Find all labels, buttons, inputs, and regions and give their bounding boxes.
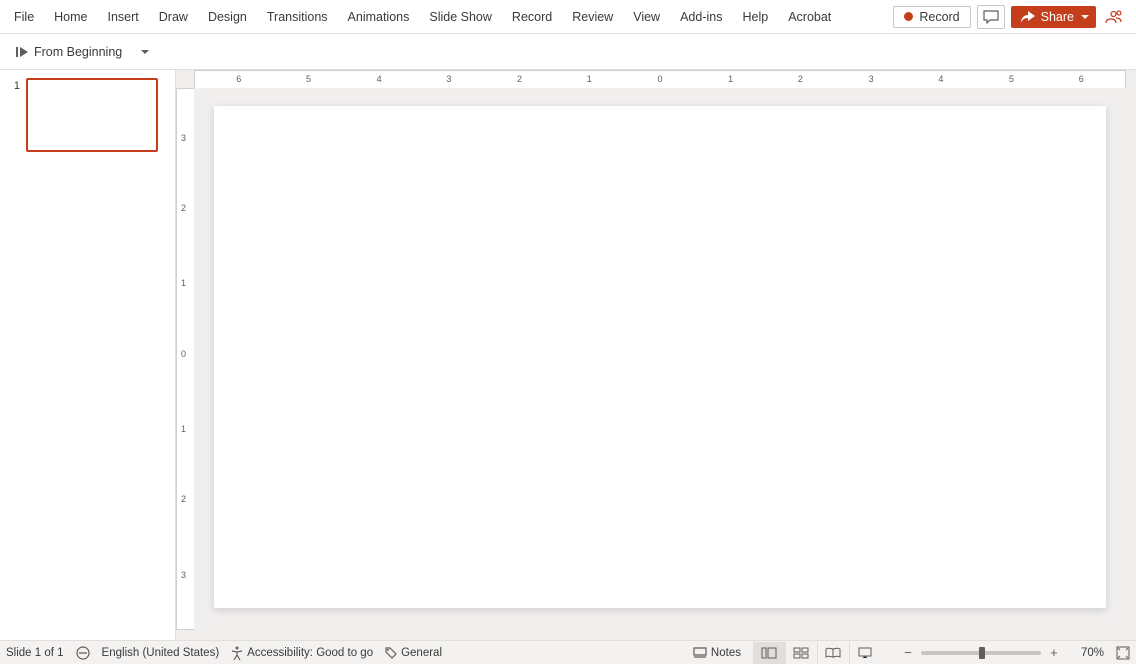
record-button[interactable]: Record bbox=[893, 6, 970, 28]
spellcheck-button[interactable] bbox=[76, 646, 90, 660]
ruler-mark: 5 bbox=[306, 74, 311, 84]
ruler-mark: 3 bbox=[869, 74, 874, 84]
tab-insert[interactable]: Insert bbox=[98, 0, 149, 34]
ruler-mark: 2 bbox=[517, 74, 522, 84]
chevron-down-icon bbox=[140, 47, 150, 57]
tab-review[interactable]: Review bbox=[562, 0, 623, 34]
thumbnail-row-1[interactable]: 1 bbox=[10, 78, 165, 152]
ruler-mark: 0 bbox=[181, 349, 186, 359]
ruler-mark: 2 bbox=[181, 494, 186, 504]
canvas-area: 6 5 4 3 2 1 0 1 2 3 4 5 6 3 2 1 0 1 2 3 bbox=[176, 70, 1136, 640]
reading-view-button[interactable] bbox=[817, 642, 849, 664]
zoom-in-button[interactable]: + bbox=[1047, 646, 1061, 660]
record-dot-icon bbox=[904, 12, 913, 21]
ruler-mark: 4 bbox=[938, 74, 943, 84]
tab-draw[interactable]: Draw bbox=[149, 0, 198, 34]
spellcheck-icon bbox=[76, 646, 90, 660]
accessibility-icon bbox=[231, 646, 243, 660]
slideshow-icon bbox=[857, 647, 873, 659]
tag-icon bbox=[385, 647, 397, 659]
general-label: General bbox=[401, 647, 442, 659]
accessibility-label: Accessibility: Good to go bbox=[247, 647, 373, 659]
tab-home[interactable]: Home bbox=[44, 0, 97, 34]
ruler-mark: 1 bbox=[728, 74, 733, 84]
language-status[interactable]: English (United States) bbox=[102, 647, 220, 659]
ruler-mark: 3 bbox=[446, 74, 451, 84]
ruler-mark: 6 bbox=[236, 74, 241, 84]
ruler-mark: 3 bbox=[181, 133, 186, 143]
main-area: 1 6 5 4 3 2 1 0 1 2 3 4 5 6 3 2 1 0 1 bbox=[0, 70, 1136, 640]
tab-slide-show[interactable]: Slide Show bbox=[419, 0, 502, 34]
from-beginning-dropdown[interactable] bbox=[134, 43, 156, 61]
zoom-out-button[interactable]: − bbox=[901, 646, 915, 660]
share-button[interactable]: Share bbox=[1011, 6, 1096, 28]
thumbnail-slide-1[interactable] bbox=[26, 78, 158, 152]
normal-view-button[interactable] bbox=[753, 642, 785, 664]
general-status[interactable]: General bbox=[385, 647, 442, 659]
slideshow-view-button[interactable] bbox=[849, 642, 881, 664]
notes-button[interactable]: Notes bbox=[693, 647, 741, 659]
reading-view-icon bbox=[825, 647, 841, 659]
comments-button[interactable] bbox=[977, 5, 1005, 29]
from-beginning-button[interactable]: From Beginning bbox=[6, 41, 130, 63]
thumbnail-number: 1 bbox=[10, 78, 20, 152]
sorter-view-icon bbox=[793, 647, 809, 659]
zoom-group: − + bbox=[901, 646, 1061, 660]
ruler-mark: 4 bbox=[377, 74, 382, 84]
menu-bar: File Home Insert Draw Design Transitions… bbox=[0, 0, 1136, 34]
tab-acrobat[interactable]: Acrobat bbox=[778, 0, 841, 34]
slide-indicator[interactable]: Slide 1 of 1 bbox=[6, 647, 64, 659]
zoom-slider-thumb[interactable] bbox=[979, 647, 985, 659]
share-arrow-icon bbox=[1021, 11, 1035, 23]
tab-animations[interactable]: Animations bbox=[338, 0, 420, 34]
notes-label: Notes bbox=[711, 647, 741, 659]
tab-add-ins[interactable]: Add-ins bbox=[670, 0, 732, 34]
status-bar: Slide 1 of 1 English (United States) Acc… bbox=[0, 640, 1136, 664]
comment-icon bbox=[983, 10, 999, 24]
zoom-slider[interactable] bbox=[921, 651, 1041, 655]
share-button-label: Share bbox=[1041, 10, 1074, 24]
slide-sorter-view-button[interactable] bbox=[785, 642, 817, 664]
horizontal-ruler[interactable]: 6 5 4 3 2 1 0 1 2 3 4 5 6 bbox=[194, 70, 1126, 88]
menu-tabs: File Home Insert Draw Design Transitions… bbox=[4, 0, 841, 34]
thumbnail-panel: 1 bbox=[0, 70, 176, 640]
tab-view[interactable]: View bbox=[623, 0, 670, 34]
fit-window-icon bbox=[1116, 646, 1130, 660]
zoom-percent[interactable]: 70% bbox=[1081, 647, 1104, 659]
view-mode-group bbox=[753, 642, 881, 664]
menu-right-group: Record Share bbox=[893, 5, 1132, 29]
ruler-mark: 6 bbox=[1079, 74, 1084, 84]
from-beginning-icon bbox=[14, 45, 28, 59]
tab-design[interactable]: Design bbox=[198, 0, 257, 34]
ruler-mark: 5 bbox=[1009, 74, 1014, 84]
ruler-mark: 0 bbox=[657, 74, 662, 84]
tab-file[interactable]: File bbox=[4, 0, 44, 34]
slide-canvas[interactable] bbox=[214, 106, 1106, 608]
slide-wrap bbox=[194, 88, 1136, 640]
ruler-mark: 3 bbox=[181, 570, 186, 580]
ruler-mark: 1 bbox=[181, 278, 186, 288]
people-icon bbox=[1105, 9, 1123, 25]
accessibility-status[interactable]: Accessibility: Good to go bbox=[231, 646, 373, 660]
ruler-mark: 2 bbox=[798, 74, 803, 84]
from-beginning-label: From Beginning bbox=[34, 45, 122, 59]
tab-transitions[interactable]: Transitions bbox=[257, 0, 338, 34]
notes-icon bbox=[693, 647, 707, 659]
ruler-mark: 1 bbox=[587, 74, 592, 84]
ruler-mark: 2 bbox=[181, 203, 186, 213]
fit-to-window-button[interactable] bbox=[1116, 646, 1130, 660]
ribbon: From Beginning bbox=[0, 34, 1136, 70]
vertical-ruler[interactable]: 3 2 1 0 1 2 3 bbox=[176, 88, 194, 630]
record-button-label: Record bbox=[919, 10, 959, 24]
people-button[interactable] bbox=[1102, 5, 1126, 29]
tab-record[interactable]: Record bbox=[502, 0, 562, 34]
chevron-down-icon bbox=[1080, 12, 1090, 22]
ruler-mark: 1 bbox=[181, 424, 186, 434]
normal-view-icon bbox=[761, 647, 777, 659]
tab-help[interactable]: Help bbox=[732, 0, 778, 34]
